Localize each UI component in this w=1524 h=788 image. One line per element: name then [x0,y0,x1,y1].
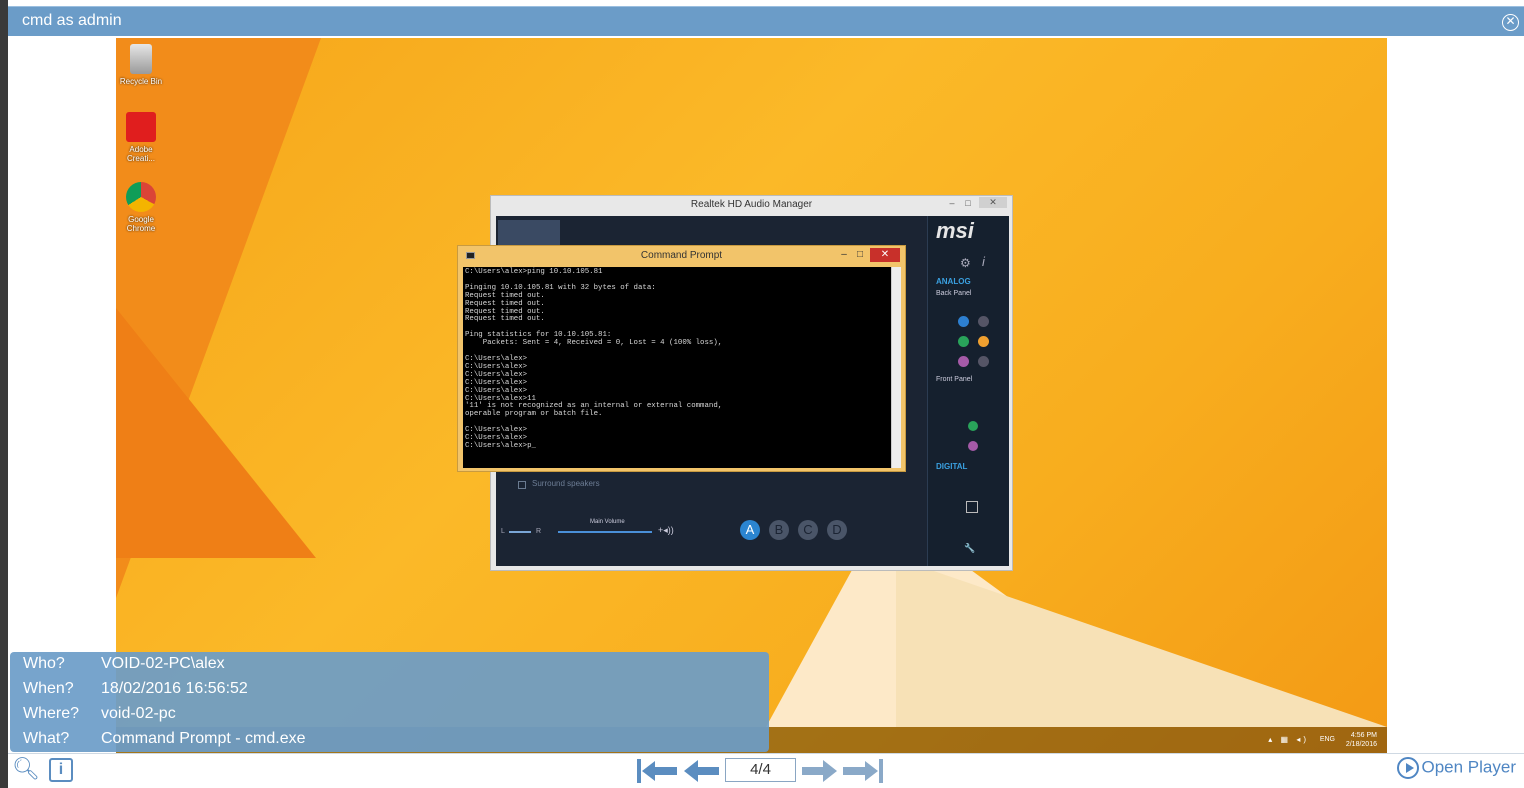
next-page-icon[interactable] [801,758,837,784]
front-jack-green[interactable] [968,421,978,431]
front-panel-label: Front Panel [936,376,973,383]
adobe-creative-cloud-icon [126,112,156,142]
jack-pink[interactable] [958,356,969,367]
preset-c-button[interactable]: C [798,520,818,540]
previous-page-icon[interactable] [684,758,720,784]
open-player-button[interactable]: Open Player [1396,757,1517,779]
balance-slider[interactable] [509,531,531,533]
speaker-volume-icon[interactable]: +◂)) [658,525,674,536]
main-volume-slider[interactable] [558,531,652,533]
cmd-app-icon [466,252,475,259]
wallpaper-facet [116,308,316,558]
volume-r-label: R [536,528,542,535]
tray-icons[interactable]: ▴ ▦ ◂) [1268,735,1309,744]
desktop-icon-label: Recycle Bin [119,77,163,86]
wallpaper-facet [896,558,1387,727]
back-panel-label: Back Panel [936,290,972,297]
clock[interactable]: 4:56 PM 2/18/2016 [1346,731,1377,749]
wrench-icon[interactable]: 🔧 [964,543,975,554]
info-label: What? [23,730,70,747]
minimize-button[interactable]: – [838,248,850,262]
last-page-icon[interactable] [842,758,884,784]
navigation-bar: 🔍︎ i 4/4 Open Player [8,753,1524,788]
left-edge [0,0,8,788]
jack-green[interactable] [958,336,969,347]
info-value: Command Prompt - cmd.exe [101,730,306,747]
cmd-title: Command Prompt [640,250,723,261]
maximize-button[interactable]: □ [961,198,975,209]
realtek-side-panel: msi ⚙ i ANALOG Back Panel Front Panel DI… [927,216,1009,566]
minimize-button[interactable]: – [945,198,959,209]
jack-gray[interactable] [978,316,989,327]
viewer-frame: cmd as admin ✕ Recycle Bin Adobe Creati.… [0,0,1524,788]
close-button[interactable]: ✕ [870,248,900,262]
info-label: Who? [23,655,65,672]
zoom-icon[interactable]: 🔍︎ [12,756,40,782]
preset-a-button[interactable]: A [740,520,760,540]
close-button[interactable]: ✕ [979,197,1007,208]
info-value: VOID-02-PC\alex [101,655,225,672]
screenshot-area: Recycle Bin Adobe Creati... Google Chrom… [116,38,1387,753]
desktop-icon-adobe[interactable]: Adobe Creati... [116,112,166,163]
preset-b-button[interactable]: B [769,520,789,540]
realtek-titlebar: Realtek HD Audio Manager [491,196,1012,214]
open-player-label: Open Player [1421,757,1517,777]
cmd-scrollbar[interactable] [891,267,901,468]
jack-gray[interactable] [978,356,989,367]
msi-logo: msi [936,218,974,243]
info-label: Where? [23,705,80,722]
surround-label: Surround speakers [532,479,600,488]
viewer-titlebar: cmd as admin ✕ [8,6,1524,36]
maximize-button[interactable]: □ [854,248,866,262]
clock-date: 2/18/2016 [1345,741,1377,748]
surround-checkbox[interactable] [518,481,526,489]
desktop-icon-label: Google Chrome [126,215,156,233]
info-value: void-02-pc [101,705,176,722]
volume-l-label: L [501,528,505,535]
realtek-title: Realtek HD Audio Manager [690,199,813,210]
chrome-icon [126,182,156,212]
desktop-icon-chrome[interactable]: Google Chrome [116,182,166,233]
play-circle-icon [1396,757,1419,779]
info-value: 18/02/2016 16:56:52 [101,680,248,697]
language-indicator[interactable]: ENG [1320,736,1335,743]
info-label: When? [23,680,74,697]
first-page-icon[interactable] [637,758,679,784]
digital-label: DIGITAL [936,462,968,471]
analog-label: ANALOG [936,277,971,286]
clock-time: 4:56 PM [1350,732,1377,739]
front-jack-pink[interactable] [968,441,978,451]
jack-blue[interactable] [958,316,969,327]
info-icon[interactable]: i [49,758,73,782]
desktop-icon-recycle-bin[interactable]: Recycle Bin [116,44,166,86]
viewer-title: cmd as admin [22,12,122,29]
cmd-console[interactable]: C:\Users\alex>ping 10.10.105.81 Pinging … [463,267,891,468]
info-icon[interactable]: i [982,254,985,269]
gear-icon[interactable]: ⚙ [960,256,971,270]
preset-d-button[interactable]: D [827,520,847,540]
close-icon[interactable]: ✕ [1502,14,1519,31]
page-indicator[interactable]: 4/4 [725,758,796,782]
session-info-panel: Who? VOID-02-PC\alex When? 18/02/2016 16… [10,652,769,752]
jack-orange[interactable] [978,336,989,347]
cmd-window[interactable]: Command Prompt – □ ✕ C:\Users\alex>ping … [457,245,906,472]
desktop-icon-label: Adobe Creati... [126,145,155,163]
main-volume-label: Main Volume [590,519,625,525]
recycle-bin-icon [130,44,152,74]
digital-port[interactable] [966,501,978,513]
